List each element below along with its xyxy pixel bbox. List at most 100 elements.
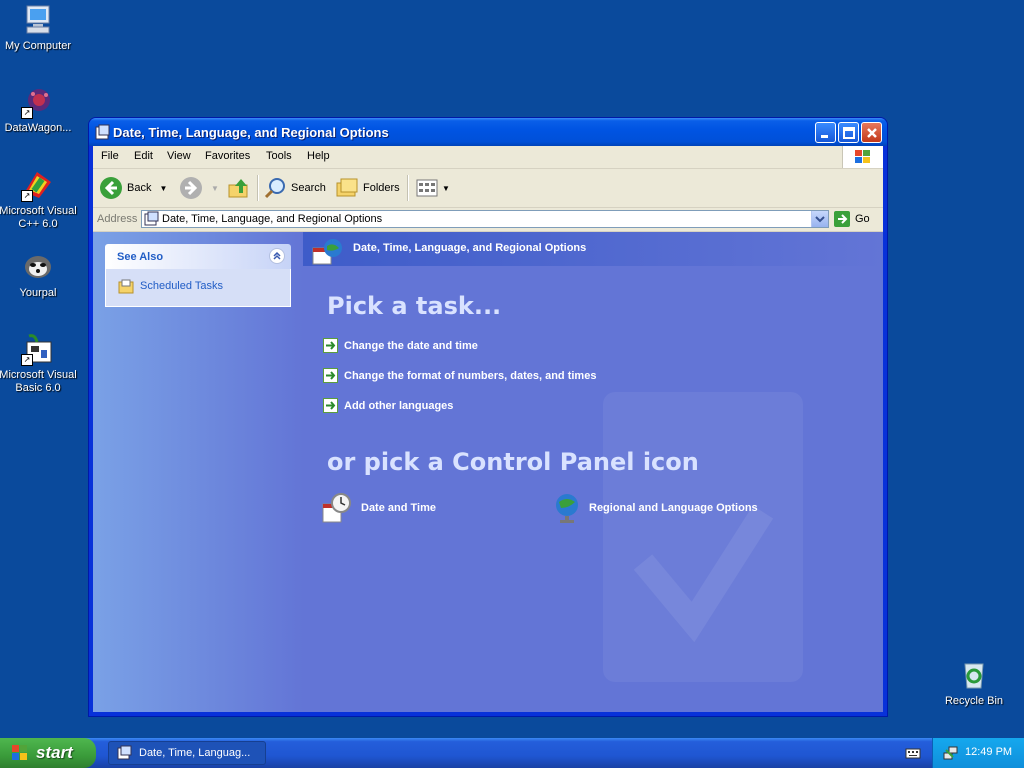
menu-file[interactable]: File	[101, 150, 119, 162]
pick-task-heading: Pick a task...	[327, 292, 502, 320]
globe-icon	[556, 494, 578, 523]
go-label: Go	[855, 213, 870, 225]
datawagon-icon: ↗	[21, 85, 55, 119]
close-icon	[867, 128, 877, 138]
menu-favorites[interactable]: Favorites	[205, 150, 250, 162]
menu-view[interactable]: View	[167, 150, 191, 162]
address-dropdown-button[interactable]	[811, 211, 828, 227]
window-client-area: File Edit View Favorites Tools Help Back…	[93, 146, 883, 712]
title-bar[interactable]: Date, Time, Language, and Regional Optio…	[89, 118, 887, 146]
computer-icon	[21, 3, 55, 37]
address-value: Date, Time, Language, and Regional Optio…	[162, 213, 383, 225]
date-and-time-icon-link[interactable]: Date and Time	[321, 492, 436, 524]
back-button[interactable]: Back ▼	[99, 175, 167, 201]
visual-basic-icon: ↗	[21, 332, 55, 366]
task-arrow-icon	[323, 368, 338, 383]
control-panel-icon	[95, 124, 111, 140]
see-also-body: Scheduled Tasks	[105, 269, 291, 307]
clock[interactable]: 12:49 PM	[965, 746, 1012, 758]
desktop-icon-recycle-bin[interactable]: Recycle Bin	[934, 658, 1014, 708]
window-title: Date, Time, Language, and Regional Optio…	[113, 125, 389, 140]
forward-arrow-icon	[180, 177, 202, 199]
toolbar: Back ▼ ▼ Search Folders ▼	[93, 169, 883, 208]
search-icon	[264, 178, 285, 199]
desktop-icon-visual-cpp[interactable]: ↗ Microsoft Visual C++ 6.0	[0, 168, 78, 231]
raccoon-icon	[21, 250, 55, 284]
regional-language-icon-link[interactable]: Regional and Language Options	[553, 492, 758, 524]
control-panel-window: Date, Time, Language, and Regional Optio…	[89, 118, 887, 716]
address-bar: Address Date, Time, Language, and Region…	[93, 208, 883, 232]
recycle-bin-icon	[957, 658, 991, 692]
shortcut-arrow-icon: ↗	[21, 354, 33, 366]
windows-logo-icon	[842, 146, 883, 168]
menu-edit[interactable]: Edit	[134, 150, 153, 162]
main-pane: Date, Time, Language, and Regional Optio…	[303, 232, 883, 712]
desktop-icon-label: Microsoft Visual C++ 6.0	[0, 205, 77, 230]
task-pane: See Also Scheduled Tasks	[93, 232, 303, 712]
search-button[interactable]: Search	[263, 175, 326, 201]
address-input[interactable]: Date, Time, Language, and Regional Optio…	[141, 210, 829, 228]
regional-language-label: Regional and Language Options	[589, 502, 758, 514]
visual-cpp-icon: ↗	[21, 168, 55, 202]
task-arrow-icon	[323, 398, 338, 413]
see-also-heading: See Also	[117, 251, 164, 263]
watermark-graphic	[603, 392, 803, 682]
task-change-date-time[interactable]: Change the date and time	[323, 338, 478, 353]
forward-button[interactable]: ▼	[179, 175, 219, 201]
double-chevron-up-icon	[273, 251, 281, 260]
taskbar-window-label: Date, Time, Languag...	[139, 747, 251, 759]
address-label: Address	[97, 213, 138, 225]
chevron-down-icon[interactable]: ▼	[159, 184, 167, 193]
go-button[interactable]: Go	[833, 210, 870, 228]
desktop-icon-my-computer[interactable]: My Computer	[0, 3, 78, 53]
task-add-languages[interactable]: Add other languages	[323, 398, 453, 413]
taskbar: start Date, Time, Languag... 12:49 PM	[0, 738, 1024, 768]
toolbar-separator	[407, 175, 409, 201]
menu-bar: File Edit View Favorites Tools Help	[93, 146, 883, 169]
folders-icon	[336, 178, 358, 197]
views-button[interactable]: ▼	[415, 175, 450, 201]
task-arrow-icon	[323, 338, 338, 353]
scheduled-tasks-label: Scheduled Tasks	[140, 280, 223, 292]
collapse-button[interactable]	[269, 248, 285, 264]
task-label: Add other languages	[344, 399, 454, 412]
taskbar-window-button[interactable]: Date, Time, Languag...	[108, 741, 266, 765]
chevron-down-icon[interactable]: ▼	[211, 184, 219, 193]
see-also-header[interactable]: See Also	[105, 244, 291, 269]
desktop-icon-yourpal[interactable]: Yourpal	[0, 250, 78, 300]
control-panel-icon	[117, 745, 132, 760]
toolbar-separator	[257, 175, 259, 201]
checkmark-watermark-icon	[633, 505, 774, 643]
clock-calendar-icon	[322, 493, 351, 523]
date-and-time-label: Date and Time	[361, 502, 436, 514]
task-change-format[interactable]: Change the format of numbers, dates, and…	[323, 368, 596, 383]
folders-label: Folders	[363, 182, 400, 194]
maximize-button[interactable]	[838, 122, 859, 143]
maximize-icon	[843, 127, 855, 139]
back-arrow-icon	[100, 177, 122, 199]
up-folder-icon	[228, 179, 248, 198]
content-area: See Also Scheduled Tasks Date, Time, Lan…	[93, 232, 883, 712]
see-also-panel: See Also Scheduled Tasks	[105, 244, 291, 307]
network-icon[interactable]	[943, 745, 959, 764]
up-folder-button[interactable]	[227, 175, 251, 201]
menu-tools[interactable]: Tools	[266, 150, 292, 162]
start-button[interactable]: start	[0, 738, 96, 768]
chevron-down-icon[interactable]: ▼	[442, 184, 450, 193]
minimize-icon	[821, 135, 828, 138]
shortcut-arrow-icon: ↗	[21, 190, 33, 202]
control-panel-icon	[144, 211, 159, 226]
folders-button[interactable]: Folders	[335, 175, 400, 201]
desktop-icon-visual-basic[interactable]: ↗ Microsoft Visual Basic 6.0	[0, 332, 78, 395]
desktop-icon-label: Yourpal	[19, 287, 57, 299]
back-label: Back	[127, 182, 152, 194]
minimize-button[interactable]	[815, 122, 836, 143]
keyboard-icon[interactable]	[905, 746, 921, 763]
date-time-category-icon	[312, 239, 342, 265]
desktop-icon-datawagon[interactable]: ↗ DataWagon...	[0, 85, 78, 135]
desktop-icon-label: Microsoft Visual Basic 6.0	[0, 369, 77, 394]
menu-help[interactable]: Help	[307, 150, 330, 162]
close-button[interactable]	[861, 122, 882, 143]
scheduled-tasks-link[interactable]: Scheduled Tasks	[118, 278, 223, 294]
scheduled-tasks-icon	[118, 279, 134, 294]
